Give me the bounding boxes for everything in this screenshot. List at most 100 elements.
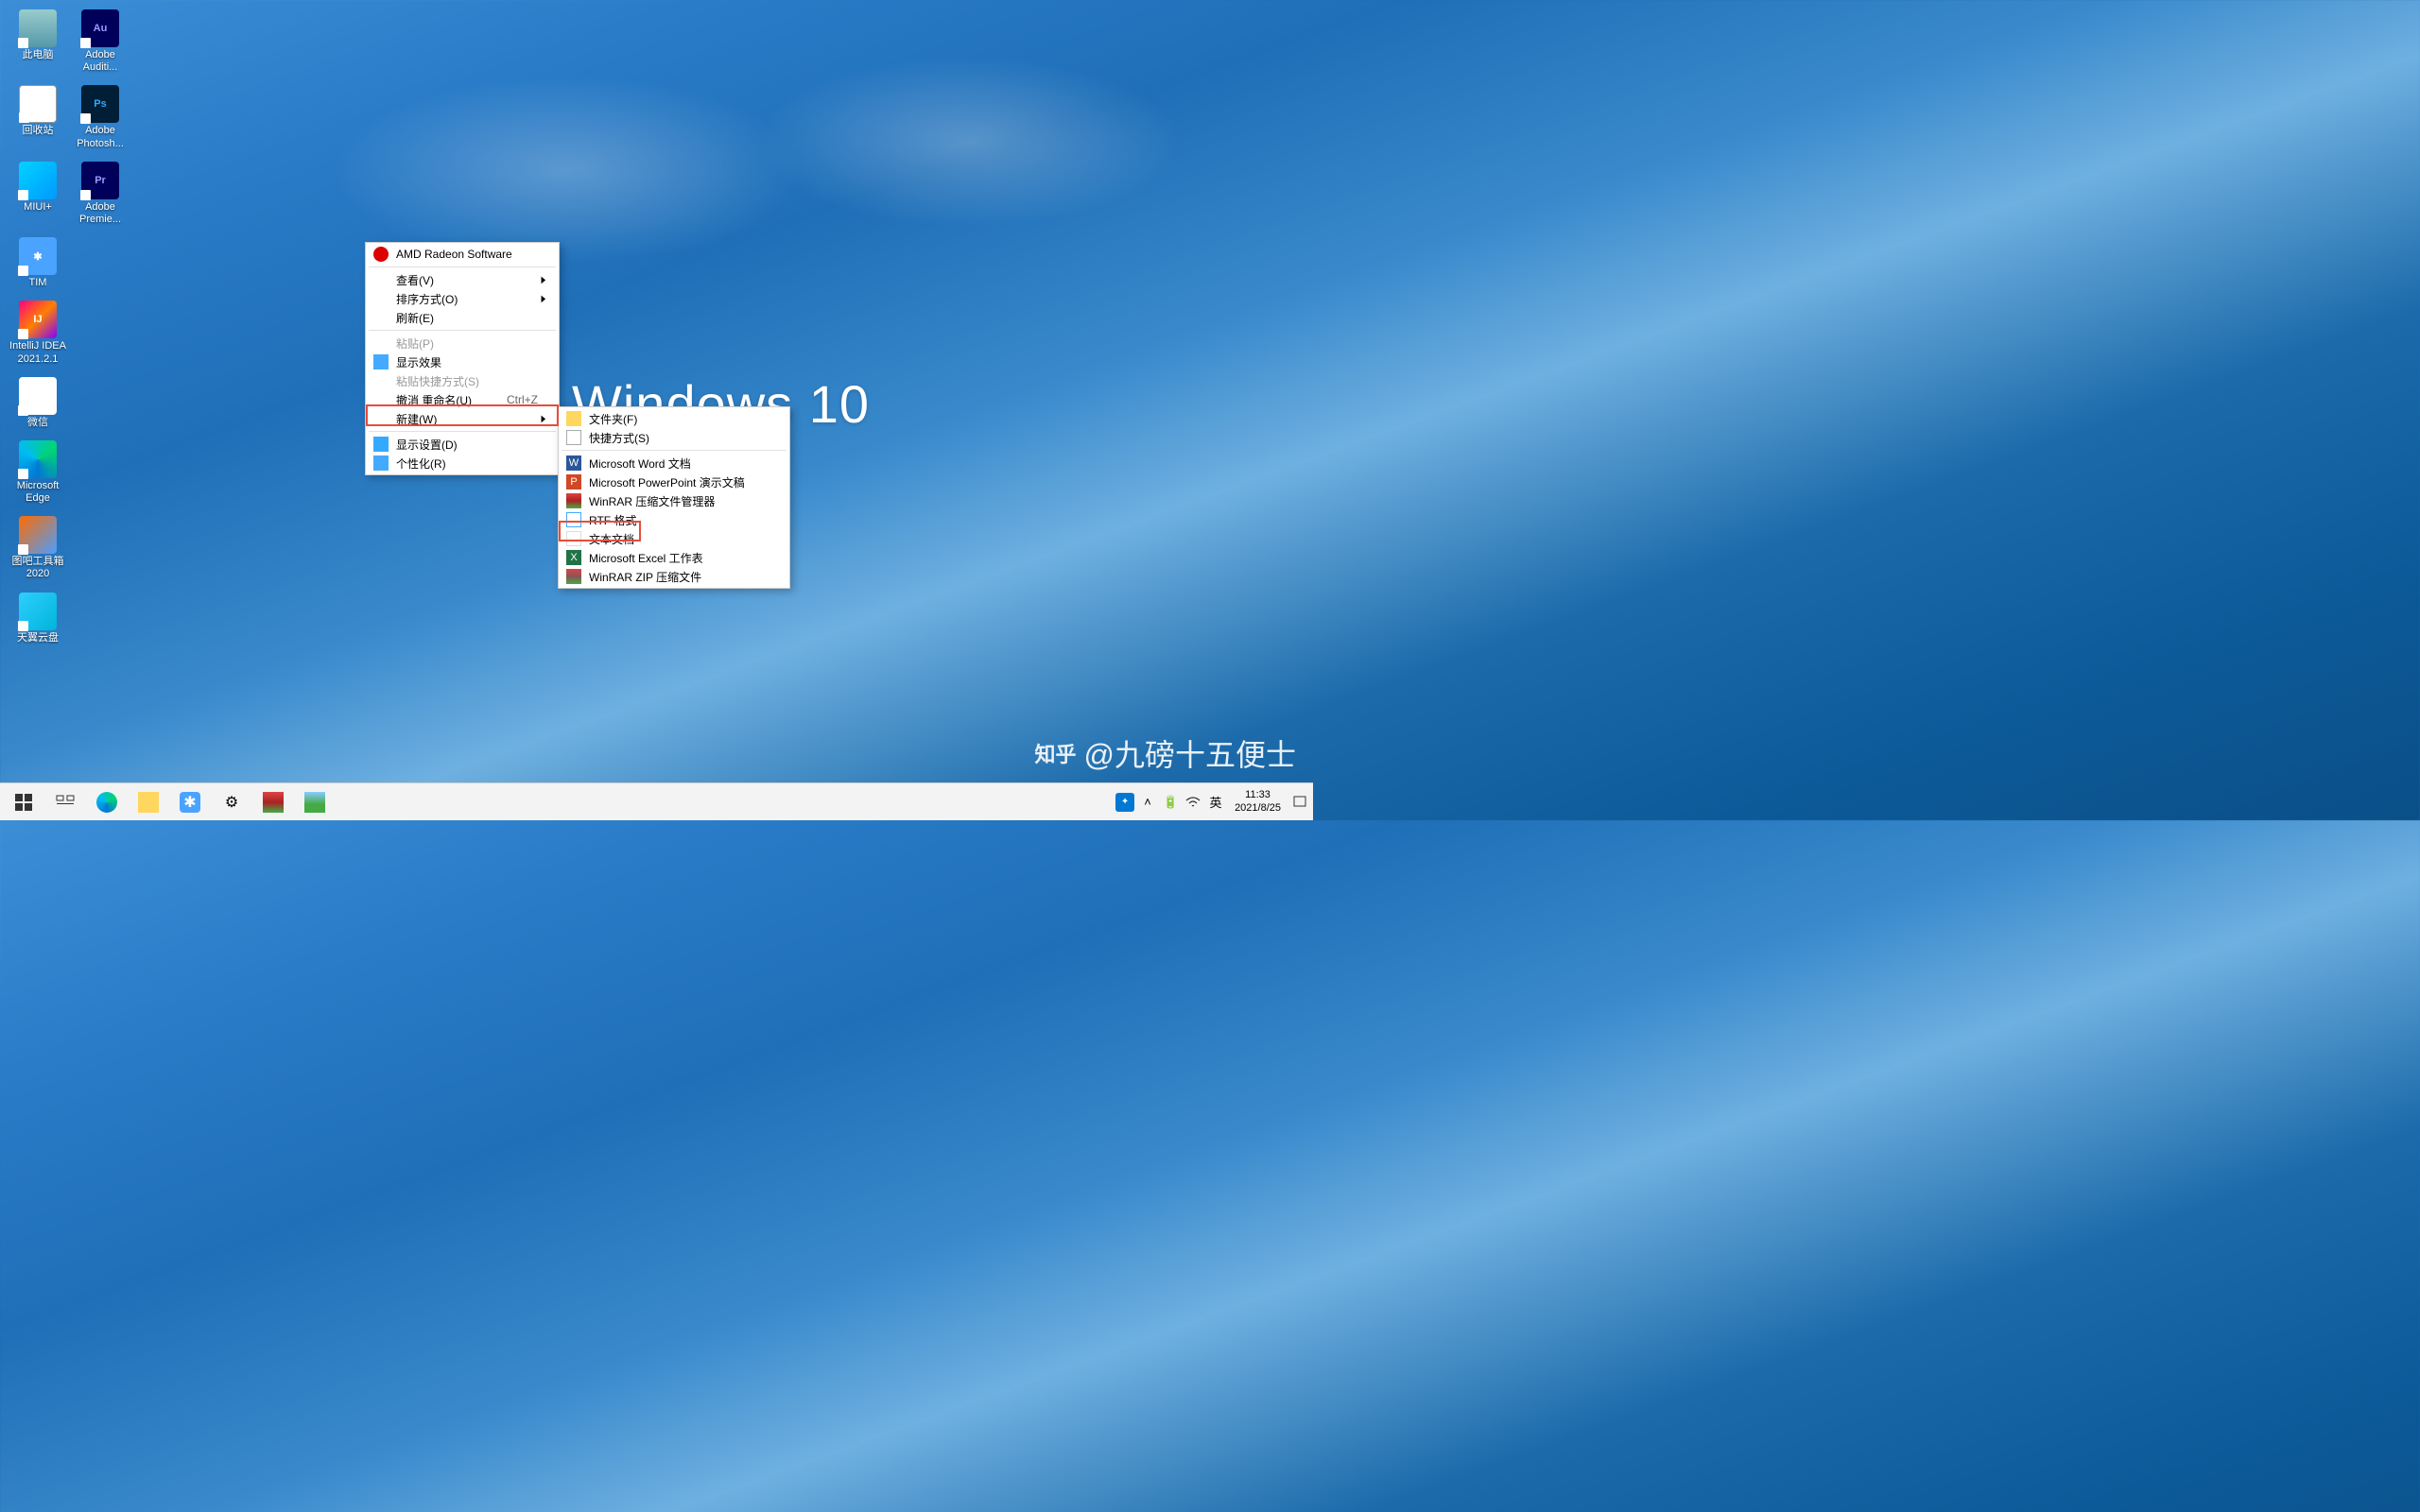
desktop-icon[interactable]: 回收站	[8, 83, 68, 151]
desktop-icon[interactable]: 此电脑	[8, 8, 68, 76]
desktop-icon-label: Adobe Photosh...	[72, 125, 129, 149]
app-icon	[19, 440, 57, 478]
amd-icon	[373, 247, 389, 262]
menu-item[interactable]: 刷新(E)	[368, 308, 557, 327]
txt-icon	[566, 531, 581, 546]
taskbar-app-explorer[interactable]	[129, 784, 168, 820]
watermark-author: @九磅十五便士	[1084, 731, 1297, 775]
menu-item-label: Microsoft PowerPoint 演示文稿	[589, 474, 745, 490]
task-view-button[interactable]	[45, 784, 85, 820]
menu-item-label: 撤消 重命名(U)	[396, 392, 472, 408]
windows-icon	[13, 792, 34, 813]
desktop-icon[interactable]: 微信	[8, 375, 68, 431]
taskbar: ✱ ⚙ ✦ ˄ 🔋 英 11:33 2021/8/25	[0, 782, 1313, 820]
desktop-icon-label: TIM	[29, 277, 47, 289]
menu-item[interactable]: 排序方式(O)▶	[368, 289, 557, 308]
desktop-icon-label: IntelliJ IDEA 2021.2.1	[9, 340, 66, 365]
start-button[interactable]	[4, 784, 43, 820]
menu-item[interactable]: 显示设置(D)	[368, 435, 557, 454]
word-icon: W	[566, 455, 581, 471]
desktop-icon[interactable]: PrAdobe Premie...	[70, 160, 130, 228]
tray-wifi-icon[interactable]	[1184, 793, 1202, 812]
folder-icon	[566, 411, 581, 426]
ppt-icon: P	[566, 474, 581, 490]
taskbar-right: ✦ ˄ 🔋 英 11:33 2021/8/25	[1115, 789, 1313, 814]
menu-item[interactable]: RTF 格式	[561, 510, 787, 529]
tray-ime[interactable]: 英	[1206, 793, 1225, 812]
desktop-icon[interactable]: AuAdobe Auditi...	[70, 8, 130, 76]
desktop-icon-label: MIUI+	[24, 201, 52, 214]
app-icon: Au	[81, 9, 119, 47]
desktop-icon[interactable]: 图吧工具箱2020	[8, 514, 68, 582]
desktop-icon[interactable]: IJIntelliJ IDEA 2021.2.1	[8, 299, 68, 367]
menu-item: 粘贴(P)	[368, 334, 557, 352]
app-icon	[19, 85, 57, 123]
gear-icon: ⚙	[221, 792, 242, 813]
desktop-icon[interactable]: PsAdobe Photosh...	[70, 83, 130, 151]
desktop-icon-label: 微信	[27, 417, 48, 429]
desktop-icon[interactable]: MIUI+	[8, 160, 68, 228]
tray-date: 2021/8/25	[1235, 802, 1281, 815]
zip-icon	[566, 569, 581, 584]
menu-item-label: 查看(V)	[396, 272, 434, 288]
taskbar-app-photos[interactable]	[295, 784, 335, 820]
menu-item-label: 显示设置(D)	[396, 437, 458, 453]
menu-separator	[562, 450, 786, 451]
app-icon	[19, 162, 57, 199]
menu-item[interactable]: XMicrosoft Excel 工作表	[561, 548, 787, 567]
menu-item-label: 粘贴快捷方式(S)	[396, 373, 479, 389]
desktop-icons-grid: 此电脑AuAdobe Auditi...回收站PsAdobe Photosh..…	[8, 8, 130, 646]
tray-security-icon[interactable]: ✦	[1115, 793, 1134, 812]
desktop-icon[interactable]: Microsoft Edge	[8, 438, 68, 507]
app-icon	[19, 516, 57, 554]
menu-item[interactable]: 撤消 重命名(U) Ctrl+Z	[368, 390, 557, 409]
rtf-icon	[566, 512, 581, 527]
taskbar-app-settings[interactable]: ⚙	[212, 784, 251, 820]
menu-item[interactable]: 个性化(R)	[368, 454, 557, 472]
menu-item[interactable]: 新建(W)▶	[368, 409, 557, 428]
menu-item-label: AMD Radeon Software	[396, 248, 512, 261]
menu-item[interactable]: 快捷方式(S)	[561, 428, 787, 447]
menu-item-label: WinRAR 压缩文件管理器	[589, 493, 715, 509]
menu-item-label: 新建(W)	[396, 411, 437, 427]
tray-notifications-icon[interactable]	[1290, 793, 1309, 812]
menu-item[interactable]: 文本文档	[561, 529, 787, 548]
taskbar-app-winrar[interactable]	[253, 784, 293, 820]
menu-item[interactable]: WinRAR 压缩文件管理器	[561, 491, 787, 510]
menu-item[interactable]: P Microsoft PowerPoint 演示文稿	[561, 472, 787, 491]
app-icon: IJ	[19, 301, 57, 338]
menu-item[interactable]: 查看(V)▶	[368, 270, 557, 289]
tray-chevron-icon[interactable]: ˄	[1138, 793, 1157, 812]
taskbar-app-tim[interactable]: ✱	[170, 784, 210, 820]
chevron-right-icon: ▶	[542, 294, 546, 304]
xls-icon: X	[566, 550, 581, 565]
edge-icon	[96, 792, 117, 813]
photos-icon	[304, 792, 325, 813]
menu-separator	[369, 266, 556, 267]
brush-icon	[373, 455, 389, 471]
winrar-icon	[263, 792, 284, 813]
menu-item-label: Microsoft Word 文档	[589, 455, 691, 472]
app-icon: ✱	[19, 237, 57, 275]
menu-item-label: WinRAR ZIP 压缩文件	[589, 569, 701, 585]
app-icon: Pr	[81, 162, 119, 199]
desktop[interactable]: 此电脑AuAdobe Auditi...回收站PsAdobe Photosh..…	[0, 0, 1313, 782]
tray-battery-icon[interactable]: 🔋	[1161, 793, 1180, 812]
desktop-icon[interactable]: 天翼云盘	[8, 591, 68, 646]
menu-item[interactable]: WinRAR ZIP 压缩文件	[561, 567, 787, 586]
menu-item[interactable]: 文件夹(F)	[561, 409, 787, 428]
taskbar-app-edge[interactable]	[87, 784, 127, 820]
watermark: 知乎 @九磅十五便士	[1034, 731, 1296, 775]
menu-item-label: 个性化(R)	[396, 455, 446, 472]
menu-item[interactable]: W Microsoft Word 文档	[561, 454, 787, 472]
menu-item[interactable]: AMD Radeon Software	[368, 245, 557, 264]
rar-icon	[566, 493, 581, 508]
link-icon	[566, 430, 581, 445]
task-view-icon	[55, 792, 76, 813]
tray-clock[interactable]: 11:33 2021/8/25	[1229, 789, 1287, 814]
menu-item[interactable]: 显示效果	[368, 352, 557, 371]
menu-shortcut: Ctrl+Z	[507, 393, 538, 406]
menu-separator	[369, 330, 556, 331]
desktop-icon[interactable]: ✱ TIM	[8, 235, 68, 291]
app-icon	[19, 593, 57, 630]
